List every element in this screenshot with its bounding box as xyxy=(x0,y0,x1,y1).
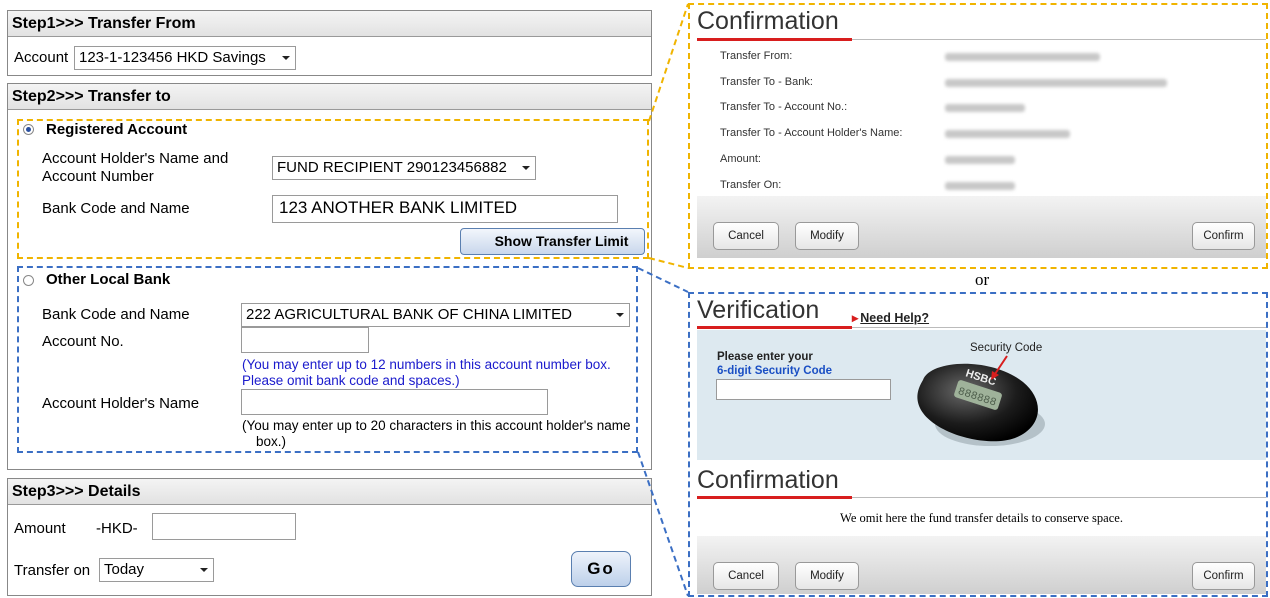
cancel-button[interactable]: Cancel xyxy=(713,562,779,590)
blurred-value xyxy=(945,104,1025,112)
blurred-value xyxy=(945,182,1015,190)
prompt-line1: Please enter your xyxy=(717,351,813,363)
blue-connector-top xyxy=(637,267,689,293)
confirmation-divider xyxy=(852,39,1266,40)
prompt-line2: 6-digit Security Code xyxy=(717,365,833,377)
confirmation-button-bar xyxy=(697,196,1266,258)
modify-button[interactable]: Modify xyxy=(795,222,859,250)
blurred-value xyxy=(945,156,1015,164)
security-device-image: HSBC 888888 xyxy=(917,355,1045,446)
yellow-connector-top xyxy=(648,3,689,122)
conf-row-label: Transfer To - Account No.: xyxy=(720,101,848,113)
confirm-button[interactable]: Confirm xyxy=(1192,222,1255,250)
confirmation-bottom-title: Confirmation xyxy=(697,466,839,494)
need-help-link[interactable]: Need Help? xyxy=(852,311,929,326)
confirmation-bottom-divider xyxy=(852,497,1266,498)
conf-row-label: Transfer To - Bank: xyxy=(720,76,813,88)
cancel-button[interactable]: Cancel xyxy=(713,222,779,250)
blurred-value xyxy=(945,79,1167,87)
conf-row-label: Transfer From: xyxy=(720,50,793,62)
confirmation-bottom-underline xyxy=(697,496,852,499)
security-code-input[interactable] xyxy=(716,379,891,400)
yellow-connector-bottom xyxy=(648,257,689,269)
confirmation-underline xyxy=(697,38,852,41)
conf-row-label: Amount: xyxy=(720,153,761,165)
security-code-prompt: Please enter your 6-digit Security Code xyxy=(717,350,832,378)
or-separator: or xyxy=(975,270,990,289)
confirm-button[interactable]: Confirm xyxy=(1192,562,1255,590)
confirmation-bottom-button-bar xyxy=(697,536,1266,594)
verification-underline xyxy=(697,326,852,329)
blurred-value xyxy=(945,53,1100,61)
blue-connector-bottom xyxy=(637,451,689,597)
verification-title: Verification xyxy=(697,296,820,324)
conf-row-label: Transfer On: xyxy=(720,179,782,191)
omitted-details-note: We omit here the fund transfer details t… xyxy=(840,511,1123,525)
conf-row-label: Transfer To - Account Holder's Name: xyxy=(720,127,903,139)
verification-divider xyxy=(852,327,1266,328)
modify-button[interactable]: Modify xyxy=(795,562,859,590)
blurred-value xyxy=(945,130,1070,138)
confirmation-title: Confirmation xyxy=(697,7,839,35)
